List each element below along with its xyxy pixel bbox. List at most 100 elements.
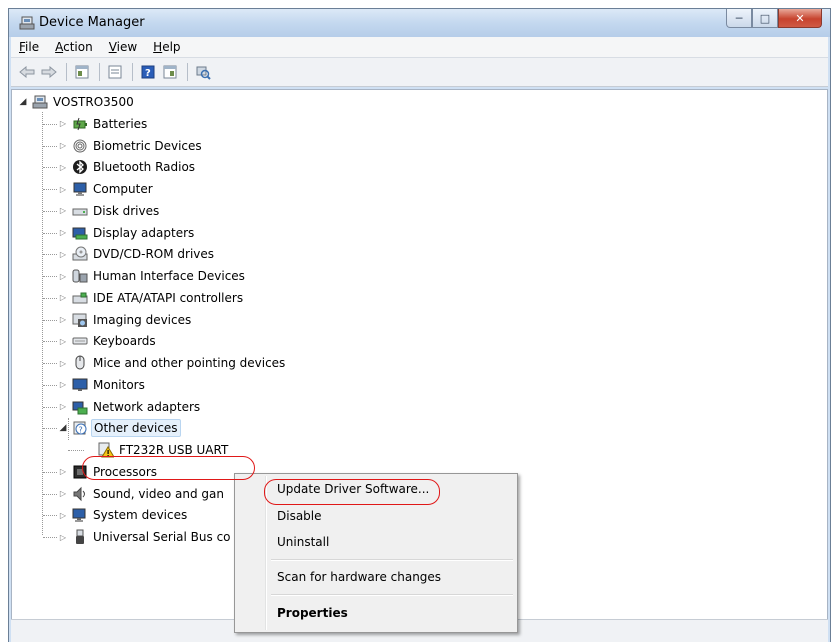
expand-arrow-icon[interactable]: ▷ — [58, 484, 68, 504]
computer-icon — [72, 181, 88, 197]
network-adapter-icon — [72, 399, 88, 415]
tree-node-label: Monitors — [93, 377, 145, 392]
expand-arrow-icon[interactable]: ▷ — [58, 201, 68, 221]
expand-arrow-icon[interactable]: ▷ — [58, 288, 68, 308]
properties-item[interactable]: Properties — [277, 606, 348, 620]
forward-icon — [41, 66, 57, 78]
toolbar-separator — [99, 63, 100, 81]
expand-arrow-icon[interactable]: ▷ — [58, 179, 68, 199]
menu-action-accesskey: A — [55, 40, 64, 54]
menu-view[interactable]: View — [101, 40, 145, 54]
expand-arrow-icon[interactable]: ▷ — [58, 331, 68, 351]
toolbar: ? — [11, 58, 828, 87]
tree-node-label: Imaging devices — [93, 312, 192, 327]
minimize-button[interactable]: ─ — [726, 9, 752, 28]
tree-node-label: Display adapters — [93, 225, 195, 240]
expand-arrow-icon[interactable]: ▷ — [58, 397, 68, 417]
menu-action-label: ction — [63, 40, 93, 54]
tree-connector-line — [43, 319, 57, 321]
collapse-arrow-icon[interactable]: ◢ — [58, 418, 68, 438]
tree-category-network-adapters[interactable]: ▷ Network adapters — [58, 397, 202, 417]
tree-category-disk-drives[interactable]: ▷ Disk drives — [58, 201, 161, 221]
view-button[interactable] — [105, 62, 125, 82]
console-tree-button[interactable] — [160, 62, 180, 82]
computer-root-icon — [32, 94, 48, 110]
expand-arrow-icon[interactable]: ▷ — [58, 114, 68, 134]
tree-category-imaging-devices[interactable]: ▷ Imaging devices — [58, 310, 193, 330]
tree-category-human-interface-devices[interactable]: ▷ Human Interface Devices — [58, 266, 247, 286]
expand-arrow-icon[interactable]: ▷ — [58, 266, 68, 286]
tree-root[interactable]: ◢ VOSTRO3500 — [18, 92, 136, 112]
tree-connector-line — [68, 418, 69, 441]
collapse-arrow-icon[interactable]: ◢ — [18, 92, 28, 112]
properties-pane-button[interactable] — [72, 62, 92, 82]
context-menu-separator — [271, 559, 513, 561]
svg-text:?: ? — [145, 68, 151, 79]
update-driver-highlight — [264, 479, 440, 505]
scan-hardware-changes-item[interactable]: Scan for hardware changes — [277, 570, 441, 584]
menu-help[interactable]: Help — [145, 40, 188, 54]
menu-file[interactable]: File — [11, 40, 47, 54]
tree-category-other-devices[interactable]: ◢? Other devices — [58, 418, 181, 438]
help-button[interactable]: ? — [138, 62, 158, 82]
tree-category-ide-ata-atapi-controllers[interactable]: ▷ IDE ATA/ATAPI controllers — [58, 288, 245, 308]
tree-category-keyboards[interactable]: ▷ Keyboards — [58, 331, 158, 351]
tree-connector-line — [43, 254, 57, 256]
expand-arrow-icon[interactable]: ▷ — [58, 462, 68, 482]
expand-arrow-icon[interactable]: ▷ — [58, 223, 68, 243]
tree-connector-line — [43, 471, 57, 473]
tree-category-batteries[interactable]: ▷ Batteries — [58, 114, 149, 134]
tree-connector-line — [43, 145, 57, 147]
expand-arrow-icon[interactable]: ▷ — [58, 505, 68, 525]
context-menu-separator — [271, 594, 513, 596]
tree-connector-line — [43, 363, 57, 364]
expand-arrow-icon[interactable]: ▷ — [58, 375, 68, 395]
usb-icon — [72, 529, 88, 545]
title-bar[interactable]: Device Manager ─ □ ✕ — [9, 9, 830, 37]
tree-connector-line — [43, 406, 57, 408]
expand-arrow-icon[interactable]: ▷ — [58, 157, 68, 177]
battery-icon — [72, 116, 88, 132]
maximize-button[interactable]: □ — [752, 9, 778, 28]
tree-category-sound-video-and-gan[interactable]: ▷ Sound, video and gan — [58, 484, 226, 504]
expand-arrow-icon[interactable]: ▷ — [58, 244, 68, 264]
bluetooth-icon — [72, 159, 88, 175]
display-adapter-icon — [72, 225, 88, 241]
tree-category-system-devices[interactable]: ▷ System devices — [58, 505, 189, 525]
console-tree-icon — [163, 65, 177, 79]
tree-category-mice-and-other-pointing-devices[interactable]: ▷ Mice and other pointing devices — [58, 353, 287, 373]
tree-connector-line — [43, 297, 57, 299]
disable-item[interactable]: Disable — [277, 509, 322, 523]
forward-button[interactable] — [39, 62, 59, 82]
tree-node-label: IDE ATA/ATAPI controllers — [93, 290, 244, 305]
tree-category-computer[interactable]: ▷ Computer — [58, 179, 155, 199]
tree-category-bluetooth-radios[interactable]: ▷ Bluetooth Radios — [58, 157, 197, 177]
back-icon — [19, 66, 35, 78]
tree-node-label: Bluetooth Radios — [93, 160, 196, 175]
expand-arrow-icon[interactable]: ▷ — [58, 353, 68, 373]
scan-hardware-button[interactable] — [193, 62, 213, 82]
close-icon: ✕ — [795, 11, 805, 25]
expand-arrow-icon[interactable]: ▷ — [58, 136, 68, 156]
tree-category-monitors[interactable]: ▷ Monitors — [58, 375, 147, 395]
tree-node-label: Disk drives — [93, 203, 160, 218]
menu-file-label: ile — [25, 40, 40, 54]
tree-node-label: DVD/CD-ROM drives — [93, 247, 215, 262]
expand-arrow-icon[interactable]: ▷ — [58, 527, 68, 547]
back-button[interactable] — [17, 62, 37, 82]
menu-action[interactable]: Action — [47, 40, 101, 54]
expand-arrow-icon[interactable]: ▷ — [58, 310, 68, 330]
tree-category-universal-serial-bus-co[interactable]: ▷ Universal Serial Bus co — [58, 527, 233, 547]
uninstall-item[interactable]: Uninstall — [277, 535, 329, 549]
tree-category-dvd-cd-rom-drives[interactable]: ▷ DVD/CD-ROM drives — [58, 244, 216, 264]
tree-category-biometric-devices[interactable]: ▷ Biometric Devices — [58, 136, 204, 156]
tree-connector-line — [43, 210, 57, 212]
mouse-icon — [72, 355, 88, 371]
properties-pane-icon — [75, 65, 89, 79]
tree-connector-line — [43, 537, 57, 538]
disk-drive-icon — [72, 203, 88, 219]
tree-connector-line — [43, 189, 57, 190]
scan-hardware-icon — [196, 66, 211, 80]
close-button[interactable]: ✕ — [778, 9, 822, 28]
tree-category-display-adapters[interactable]: ▷ Display adapters — [58, 223, 196, 243]
